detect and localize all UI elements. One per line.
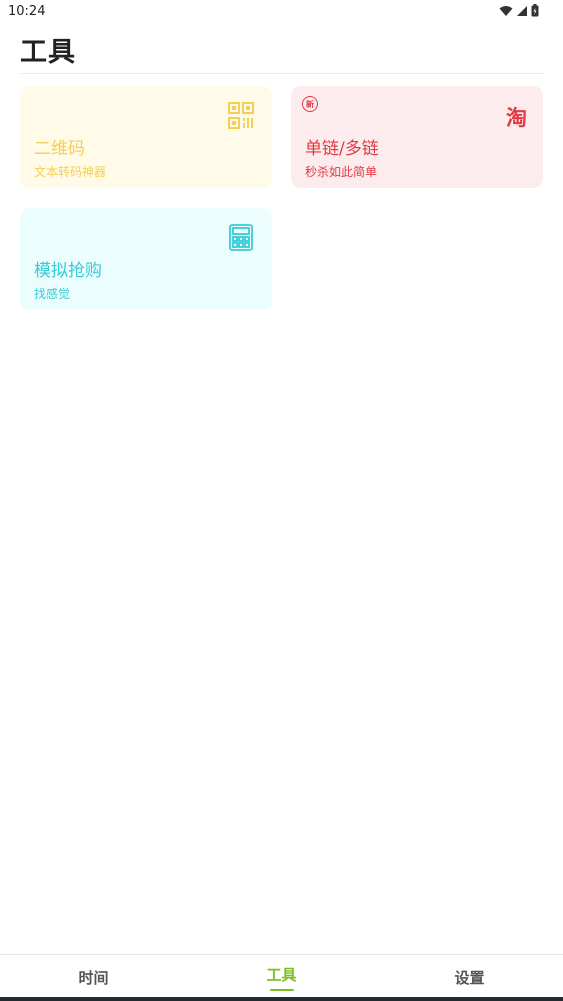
nav-item-time[interactable]: 时间: [0, 955, 187, 999]
qr-code-card[interactable]: 二维码 文本转码神器: [20, 86, 272, 188]
active-tab-indicator: [269, 988, 294, 991]
nav-item-label: 时间: [78, 968, 109, 987]
qr-code-icon: [228, 102, 254, 129]
wifi-icon: [499, 5, 513, 16]
bottom-nav: 时间 工具 设置: [0, 954, 563, 1001]
new-badge: 新: [302, 96, 318, 112]
status-time: 10:24: [8, 4, 46, 19]
taobao-icon: 淘: [506, 106, 527, 130]
card-subtitle: 文本转码神器: [34, 165, 107, 179]
nav-item-label: 工具: [266, 965, 297, 984]
card-title: 二维码: [34, 139, 85, 159]
status-icons: [499, 4, 539, 17]
simulate-purchase-card[interactable]: 模拟抢购 找感觉: [20, 208, 272, 310]
page-title: 工具: [20, 37, 76, 68]
battery-icon: [531, 4, 539, 17]
card-subtitle: 秒杀如此简单: [305, 165, 378, 179]
link-card[interactable]: 新 淘 单链/多链 秒杀如此简单: [291, 86, 543, 188]
card-title: 单链/多链: [305, 139, 379, 159]
system-nav-bar: [0, 997, 563, 1001]
nav-item-tools[interactable]: 工具: [188, 955, 375, 999]
card-title: 模拟抢购: [34, 261, 102, 281]
status-bar: 10:24: [0, 0, 563, 24]
calculator-icon: [229, 224, 253, 251]
card-subtitle: 找感觉: [34, 287, 71, 301]
title-divider: [20, 73, 544, 74]
nav-item-label: 设置: [454, 968, 485, 987]
nav-item-settings[interactable]: 设置: [376, 955, 563, 999]
signal-icon: [517, 5, 527, 16]
